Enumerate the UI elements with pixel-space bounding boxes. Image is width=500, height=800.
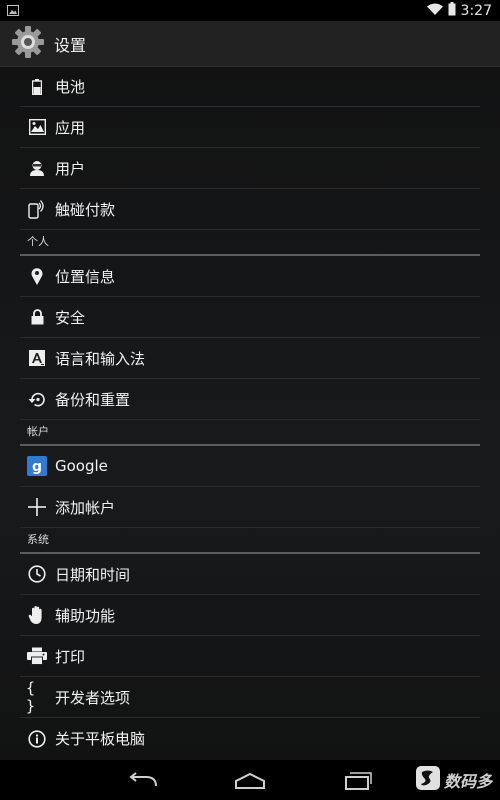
settings-item-label: 日期和时间	[55, 565, 131, 584]
status-right: 3:27	[426, 1, 492, 20]
braces-icon: { }	[26, 679, 37, 715]
hand-icon	[26, 604, 48, 626]
settings-item-label: 应用	[55, 118, 86, 137]
wifi-icon	[426, 1, 443, 20]
battery-icon	[448, 1, 456, 20]
settings-item-label: 语言和输入法	[55, 349, 146, 368]
settings-item-label: 用户	[55, 159, 86, 178]
action-bar: 设置	[0, 21, 500, 67]
settings-item-users[interactable]: 用户	[20, 148, 480, 189]
settings-item-backup[interactable]: 备份和重置	[20, 379, 480, 420]
watermark-logo-icon	[415, 766, 440, 794]
settings-item-label: 电池	[55, 78, 86, 96]
settings-item-label: Google	[55, 457, 108, 475]
settings-item-label: 关于平板电脑	[55, 730, 146, 748]
settings-item-about[interactable]: 关于平板电脑	[20, 718, 480, 759]
settings-gear-icon[interactable]	[10, 24, 46, 64]
language-input-icon	[26, 347, 48, 369]
settings-item-label: 安全	[55, 308, 86, 327]
page-title: 设置	[54, 35, 87, 55]
status-time: 3:27	[460, 2, 492, 19]
section-header-accounts: 帐户	[20, 420, 480, 446]
settings-item-location[interactable]: 位置信息	[20, 256, 480, 297]
home-icon[interactable]	[225, 768, 275, 794]
section-header-system: 系统	[20, 528, 480, 554]
settings-item-battery[interactable]: 电池	[20, 67, 480, 107]
watermark-text: 数码多	[443, 772, 492, 791]
settings-item-datetime[interactable]: 日期和时间	[20, 554, 480, 595]
settings-item-label: 打印	[55, 647, 86, 666]
apps-icon	[26, 116, 48, 138]
battery-icon	[26, 76, 48, 98]
settings-item-label: 辅助功能	[55, 606, 116, 625]
google-account-icon: g	[26, 455, 48, 477]
settings-screen: 3:27 设置 电池 应用 用户 触碰付款 个人 位置信息 安全 语言和输入法 …	[0, 0, 500, 800]
status-bar: 3:27	[0, 0, 500, 21]
settings-item-accessibility[interactable]: 辅助功能	[20, 595, 480, 636]
lock-icon	[26, 306, 48, 328]
google-icon-letter: g	[32, 459, 42, 475]
back-icon[interactable]	[118, 768, 168, 794]
recents-icon[interactable]	[332, 768, 382, 794]
settings-item-label: 备份和重置	[55, 390, 131, 409]
settings-item-print[interactable]: 打印	[20, 636, 480, 677]
settings-list: 电池 应用 用户 触碰付款 个人 位置信息 安全 语言和输入法 备份和重置 帐户…	[20, 67, 480, 759]
printer-icon	[26, 645, 48, 667]
settings-item-apps[interactable]: 应用	[20, 107, 480, 148]
settings-item-language[interactable]: 语言和输入法	[20, 338, 480, 379]
settings-item-label: 开发者选项	[55, 688, 131, 707]
settings-item-google[interactable]: g Google	[20, 446, 480, 487]
nfc-tap-icon	[26, 198, 48, 220]
backup-restore-icon	[26, 388, 48, 410]
settings-item-label: 触碰付款	[55, 200, 116, 219]
settings-item-developer[interactable]: { } 开发者选项	[20, 677, 480, 718]
location-pin-icon	[26, 265, 48, 287]
settings-item-label: 添加帐户	[55, 498, 116, 517]
user-icon	[26, 157, 48, 179]
settings-item-add-account[interactable]: 添加帐户	[20, 487, 480, 528]
settings-item-security[interactable]: 安全	[20, 297, 480, 338]
clock-icon	[26, 563, 48, 585]
info-icon	[26, 728, 48, 750]
settings-item-label: 位置信息	[55, 267, 116, 286]
image-notification-icon	[7, 1, 19, 20]
section-header-personal: 个人	[20, 230, 480, 256]
navigation-bar: 数码多	[0, 760, 500, 800]
settings-item-nfc[interactable]: 触碰付款	[20, 189, 480, 230]
watermark: 数码多	[415, 766, 492, 794]
plus-icon	[26, 496, 48, 518]
